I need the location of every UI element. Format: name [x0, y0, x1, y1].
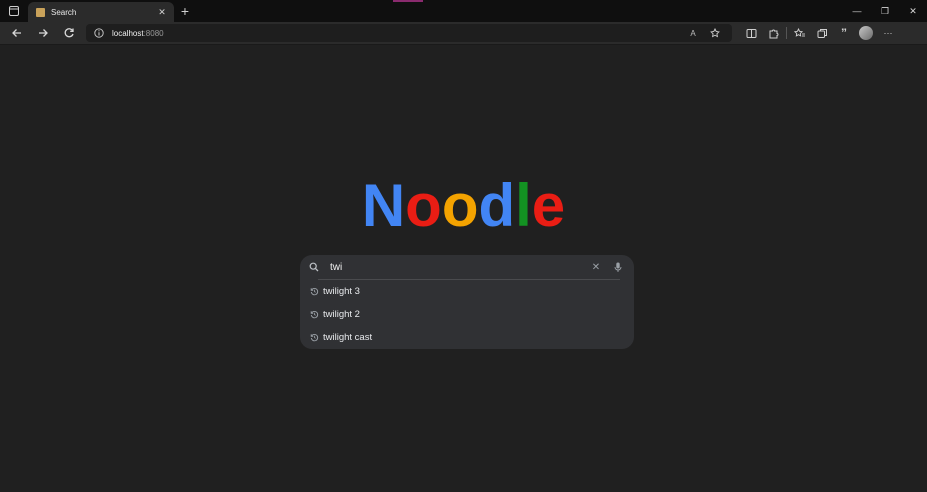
search-icon	[308, 262, 320, 272]
site-info-icon[interactable]	[92, 28, 106, 38]
logo-letter: N	[361, 172, 406, 239]
tab-search[interactable]: Search ✕	[28, 2, 174, 22]
site-favicon-icon	[36, 7, 45, 17]
logo-letter: e	[531, 172, 566, 239]
refresh-icon	[64, 28, 74, 38]
profile-avatar[interactable]	[859, 26, 873, 40]
suggestion-text: twilight 2	[323, 309, 360, 320]
split-screen-icon[interactable]	[740, 23, 762, 43]
tab-close-icon[interactable]: ✕	[156, 7, 168, 18]
add-favorite-icon[interactable]	[704, 27, 726, 39]
title-accent	[393, 0, 423, 2]
browser-toolbar: localhost :8080 A ” ···	[0, 22, 927, 45]
close-window-button[interactable]: ✕	[899, 0, 927, 22]
read-aloud-icon[interactable]: A	[682, 29, 704, 38]
new-tab-button[interactable]: +	[174, 0, 196, 22]
search-input[interactable]: twi	[330, 262, 588, 273]
noodle-logo: Noodle	[0, 171, 927, 240]
tab-actions-icon	[9, 6, 19, 16]
back-button[interactable]	[4, 23, 30, 43]
search-box: twi ✕ twilight 3 twilight 2 twilight cast	[300, 255, 634, 349]
suggestion-item[interactable]: twilight 3	[300, 280, 634, 303]
suggestion-text: twilight cast	[323, 332, 373, 343]
clear-search-icon[interactable]: ✕	[588, 262, 604, 273]
suggestion-text: twilight 3	[323, 286, 360, 297]
restore-button[interactable]: ❐	[871, 0, 899, 22]
logo-letter: d	[478, 172, 516, 239]
suggestion-item[interactable]: twilight cast	[300, 326, 634, 349]
minimize-button[interactable]: —	[843, 0, 871, 22]
microphone-icon[interactable]	[612, 262, 624, 273]
tab-title: Search	[51, 7, 77, 17]
refresh-button[interactable]	[56, 23, 82, 43]
extensions-icon[interactable]	[762, 23, 784, 43]
toolbar-separator	[786, 27, 787, 39]
url-port: :8080	[143, 28, 164, 38]
url-host: localhost	[112, 28, 144, 38]
logo-letter: l	[515, 172, 532, 239]
favorites-icon[interactable]	[789, 23, 811, 43]
search-input-row[interactable]: twi ✕	[300, 255, 634, 279]
logo-letter: o	[441, 172, 479, 239]
quote-icon[interactable]: ”	[833, 23, 855, 43]
arrow-left-icon	[12, 29, 21, 37]
history-icon	[308, 287, 320, 296]
forward-button[interactable]	[30, 23, 56, 43]
title-bar: Search ✕ + — ❐ ✕	[0, 0, 927, 22]
more-options-icon[interactable]: ···	[877, 23, 899, 43]
suggestion-item[interactable]: twilight 2	[300, 303, 634, 326]
page-content: Noodle twi ✕ twilight 3 twilight 2 twiligh…	[0, 45, 927, 492]
address-bar[interactable]: localhost :8080 A	[86, 24, 732, 42]
logo-letter: o	[405, 172, 442, 239]
history-icon	[308, 333, 320, 342]
history-icon	[308, 310, 320, 319]
window-menu-button[interactable]	[0, 0, 28, 22]
collections-icon[interactable]	[811, 23, 833, 43]
arrow-right-icon	[39, 29, 48, 37]
suggestion-list: twilight 3 twilight 2 twilight cast	[300, 280, 634, 349]
